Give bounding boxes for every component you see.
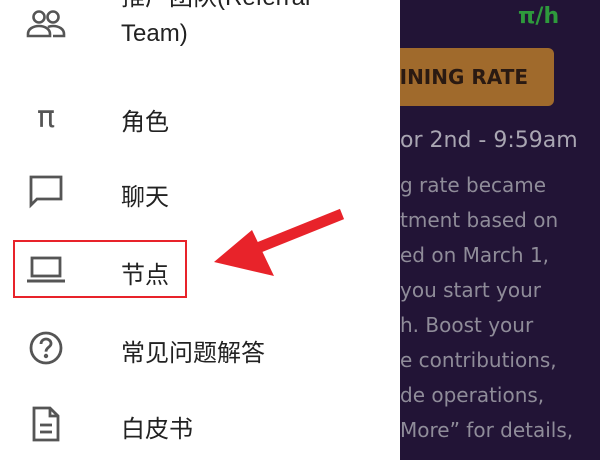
drawer-item-label: 聊天 (121, 183, 169, 211)
drawer-item-referral-team[interactable]: 推广团队(Referral Team) (0, 0, 400, 60)
announcement-line: you start your (400, 278, 542, 302)
drawer-item-faq[interactable]: 常见问题解答 (0, 326, 400, 372)
people-icon (26, 4, 66, 44)
announcement-line: More” for details, (400, 418, 574, 442)
announcement-date: or 2nd - 9:59am (400, 128, 578, 153)
announcement-line: de operations, (400, 383, 545, 407)
background-app-screen: π/h INING RATE or 2nd - 9:59am g rate be… (400, 0, 600, 460)
drawer-item-whitepaper[interactable]: 白皮书 (0, 402, 400, 448)
pi-icon: π (36, 99, 56, 135)
announcement-line: h. Boost your (400, 313, 534, 337)
drawer-item-roles[interactable]: π 角色 (0, 95, 400, 141)
help-circle-icon (26, 328, 66, 368)
rate-unit-label: π/h (518, 4, 560, 29)
announcement-line: g rate became (400, 173, 547, 197)
drawer-item-label: 角色 (121, 108, 169, 136)
pointer-arrow-icon (214, 208, 345, 276)
chat-bubble-icon (26, 172, 66, 212)
drawer-item-label: 白皮书 (121, 415, 193, 443)
announcement-line: tment based on (400, 208, 559, 232)
highlight-box (13, 240, 187, 298)
announcement-line: e contributions, (400, 348, 557, 372)
mining-rate-button[interactable]: INING RATE (400, 48, 554, 106)
announcement-line: ed on March 1, (400, 243, 550, 267)
drawer-item-label: 常见问题解答 (121, 339, 265, 367)
announcement-text: g rate became tment based on ed on March… (400, 168, 600, 448)
document-icon (26, 404, 66, 444)
drawer-item-label: 推广团队(Referral Team) (121, 0, 310, 47)
